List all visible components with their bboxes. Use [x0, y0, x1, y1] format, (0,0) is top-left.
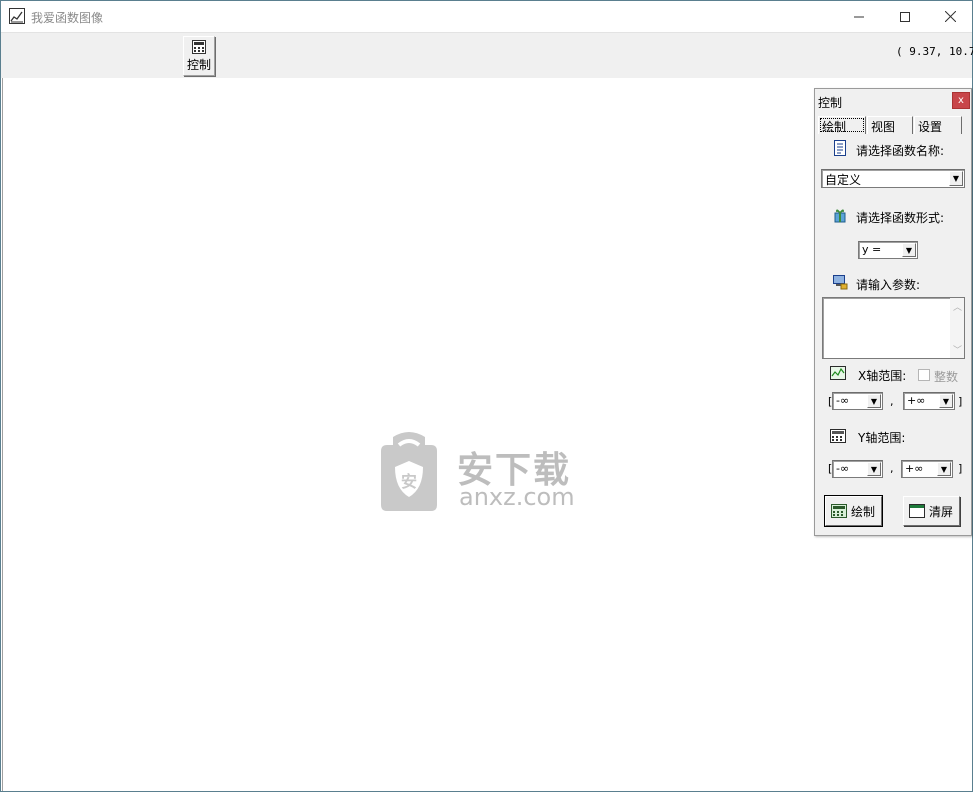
window-title: 我爱函数图像 — [31, 11, 104, 25]
calculator-icon — [191, 40, 207, 54]
coordinate-readout: ( 9.37, 10.74 — [896, 45, 973, 58]
maximize-icon — [900, 11, 910, 22]
scroll-down-icon[interactable]: ﹀ — [953, 343, 962, 356]
watermark-domain: anxz.com — [459, 483, 575, 511]
draw-button-label: 绘制 — [851, 504, 876, 519]
chevron-down-icon[interactable]: ▼ — [867, 462, 881, 476]
scroll-up-icon[interactable]: ︿ — [953, 300, 962, 313]
y-range-comma: , — [890, 462, 894, 475]
watermark: 安 安下载 anxz.com — [379, 431, 599, 515]
close-icon: x — [958, 95, 964, 106]
chevron-down-icon[interactable]: ▼ — [949, 171, 963, 186]
params-textarea[interactable]: ︿ ﹀ — [822, 297, 965, 359]
panel-tabs: 绘制 视图 设置 — [818, 116, 968, 134]
calculator-icon — [830, 429, 846, 445]
y-max-value: +∞ — [905, 462, 924, 475]
x-axis-label: X轴范围: — [858, 369, 907, 383]
gift-icon — [832, 207, 848, 223]
close-icon — [944, 11, 956, 22]
chevron-down-icon[interactable]: ▼ — [939, 394, 953, 408]
integer-checkbox-label: 整数 — [934, 370, 959, 384]
function-form-label: 请选择函数形式: — [856, 211, 945, 225]
chevron-down-icon[interactable]: ▼ — [902, 243, 916, 257]
control-panel: 控制 x 绘制 视图 设置 请选择函数名称: 自定义 ▼ 请选择函数形式: y … — [814, 88, 972, 536]
tab-draw[interactable]: 绘制 — [818, 116, 866, 134]
document-icon — [832, 140, 848, 156]
shield-logo-icon: 安 — [381, 432, 437, 511]
chart-app-icon — [9, 8, 25, 24]
function-name-value: 自定义 — [825, 173, 862, 187]
y-axis-label: Y轴范围: — [858, 431, 906, 445]
x-range-comma: , — [890, 395, 894, 408]
maximize-button[interactable] — [882, 1, 928, 32]
minimize-button[interactable] — [836, 1, 882, 32]
clear-button[interactable]: 清屏 — [903, 496, 960, 526]
tab-view[interactable]: 视图 — [867, 116, 913, 134]
chevron-down-icon[interactable]: ▼ — [937, 462, 951, 476]
tab-settings[interactable]: 设置 — [914, 116, 962, 134]
y-min-value: -∞ — [836, 462, 850, 475]
x-max-select[interactable]: +∞ ▼ — [903, 392, 955, 410]
chevron-down-icon[interactable]: ▼ — [867, 394, 881, 408]
function-form-select[interactable]: y = ▼ — [858, 241, 918, 259]
computer-icon — [832, 274, 848, 290]
toolbar: 控制 ( 9.37, 10.74 — [1, 32, 973, 78]
x-min-select[interactable]: -∞ ▼ — [832, 392, 883, 410]
x-max-value: +∞ — [907, 394, 926, 407]
integer-checkbox[interactable] — [918, 369, 930, 381]
function-name-select[interactable]: 自定义 ▼ — [821, 169, 965, 188]
window-icon — [909, 504, 925, 518]
params-scrollbar[interactable]: ︿ ﹀ — [950, 298, 964, 358]
panel-close-button[interactable]: x — [952, 92, 970, 109]
y-min-select[interactable]: -∞ ▼ — [832, 460, 883, 478]
function-form-value: y = — [862, 243, 882, 256]
control-button-label: 控制 — [186, 58, 211, 72]
panel-title: 控制 — [818, 96, 843, 110]
y-max-select[interactable]: +∞ ▼ — [901, 460, 953, 478]
draw-button[interactable]: 绘制 — [824, 495, 883, 527]
params-label: 请输入参数: — [856, 278, 921, 292]
main-window: 我爱函数图像 控制 ( 9.37, 10.74 安 安下载 — [0, 0, 973, 792]
line-chart-icon — [830, 366, 846, 382]
svg-text:安: 安 — [401, 472, 417, 491]
clear-button-label: 清屏 — [929, 504, 954, 519]
minimize-icon — [854, 16, 864, 17]
x-range-close-bracket: ] — [958, 395, 963, 408]
control-toolbar-button[interactable]: 控制 — [183, 36, 215, 76]
close-button[interactable] — [927, 1, 973, 32]
y-range-close-bracket: ] — [958, 462, 963, 475]
function-name-label: 请选择函数名称: — [856, 144, 945, 158]
x-min-value: -∞ — [836, 394, 850, 407]
calculator-icon — [831, 504, 847, 518]
title-bar: 我爱函数图像 — [1, 1, 972, 32]
